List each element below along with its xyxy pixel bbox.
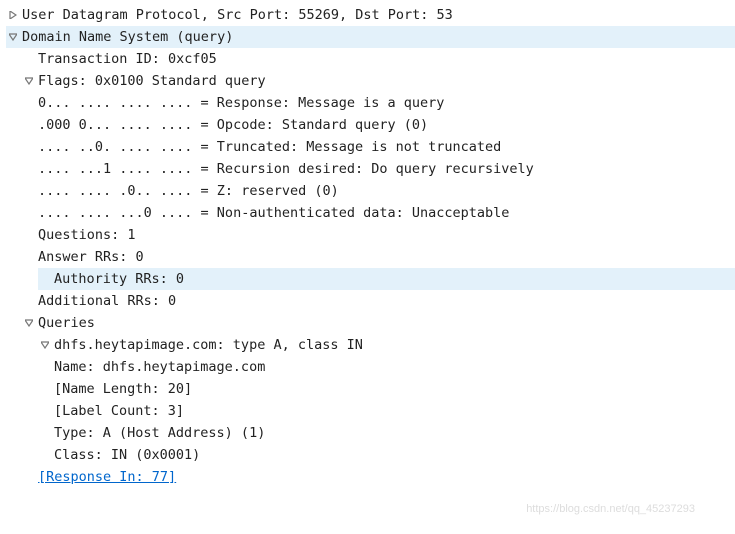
query-field: Name: dhfs.heytapimage.com [54, 356, 265, 378]
flag-bit-row[interactable]: 0... .... .... .... = Response: Message … [38, 92, 729, 114]
flag-bit-row[interactable]: .... .... .0.. .... = Z: reserved (0) [38, 180, 729, 202]
response-in-row[interactable]: [Response In: 77] [22, 466, 729, 488]
flags-row[interactable]: Flags: 0x0100 Standard query [22, 70, 729, 92]
chevron-right-icon[interactable] [6, 4, 20, 26]
questions-label: Questions: 1 [38, 224, 136, 246]
flag-bit-row[interactable]: .... .... ...0 .... = Non-authenticated … [38, 202, 729, 224]
query-field: Type: A (Host Address) (1) [54, 422, 265, 444]
chevron-down-icon[interactable] [38, 334, 52, 356]
answer-rrs-row[interactable]: Answer RRs: 0 [22, 246, 729, 268]
udp-label: User Datagram Protocol, Src Port: 55269,… [22, 4, 453, 26]
query-field-row[interactable]: Class: IN (0x0001) [54, 444, 729, 466]
query-field: [Name Length: 20] [54, 378, 192, 400]
chevron-down-icon[interactable] [22, 312, 36, 334]
query-item-row[interactable]: dhfs.heytapimage.com: type A, class IN [38, 334, 729, 356]
flag-text: .... ..0. .... .... = Truncated: Message… [38, 136, 501, 158]
query-field-row[interactable]: Name: dhfs.heytapimage.com [54, 356, 729, 378]
transaction-id-label: Transaction ID: 0xcf05 [38, 48, 217, 70]
authority-rrs-label: Authority RRs: 0 [54, 268, 729, 290]
flag-text: .... .... .0.. .... = Z: reserved (0) [38, 180, 339, 202]
questions-row[interactable]: Questions: 1 [22, 224, 729, 246]
udp-row[interactable]: User Datagram Protocol, Src Port: 55269,… [6, 4, 729, 26]
additional-rrs-row[interactable]: Additional RRs: 0 [22, 290, 729, 312]
additional-rrs-label: Additional RRs: 0 [38, 290, 176, 312]
answer-rrs-label: Answer RRs: 0 [38, 246, 144, 268]
watermark-text: https://blog.csdn.net/qq_45237293 [526, 498, 695, 520]
flags-children: 0... .... .... .... = Response: Message … [22, 92, 729, 224]
queries-row[interactable]: Queries [22, 312, 729, 334]
query-item-label: dhfs.heytapimage.com: type A, class IN [54, 334, 363, 356]
flag-text: 0... .... .... .... = Response: Message … [38, 92, 444, 114]
query-fields: Name: dhfs.heytapimage.com [Name Length:… [38, 356, 729, 466]
query-field: [Label Count: 3] [54, 400, 184, 422]
query-field-row[interactable]: [Label Count: 3] [54, 400, 729, 422]
flag-text: .000 0... .... .... = Opcode: Standard q… [38, 114, 428, 136]
query-field-row[interactable]: [Name Length: 20] [54, 378, 729, 400]
chevron-down-icon[interactable] [6, 26, 20, 48]
flag-bit-row[interactable]: .... ..0. .... .... = Truncated: Message… [38, 136, 729, 158]
dns-label: Domain Name System (query) [22, 26, 729, 48]
dns-row[interactable]: Domain Name System (query) [6, 26, 735, 48]
flag-bit-row[interactable]: .... ...1 .... .... = Recursion desired:… [38, 158, 729, 180]
flag-bit-row[interactable]: .000 0... .... .... = Opcode: Standard q… [38, 114, 729, 136]
query-field-row[interactable]: Type: A (Host Address) (1) [54, 422, 729, 444]
flags-label: Flags: 0x0100 Standard query [38, 70, 266, 92]
query-field: Class: IN (0x0001) [54, 444, 200, 466]
transaction-id-row[interactable]: Transaction ID: 0xcf05 [22, 48, 729, 70]
packet-tree: User Datagram Protocol, Src Port: 55269,… [6, 4, 729, 488]
flag-text: .... ...1 .... .... = Recursion desired:… [38, 158, 534, 180]
authority-rrs-row[interactable]: Authority RRs: 0 [38, 268, 735, 290]
flag-text: .... .... ...0 .... = Non-authenticated … [38, 202, 509, 224]
queries-label: Queries [38, 312, 95, 334]
response-in-link[interactable]: [Response In: 77] [38, 466, 176, 488]
chevron-down-icon[interactable] [22, 70, 36, 92]
